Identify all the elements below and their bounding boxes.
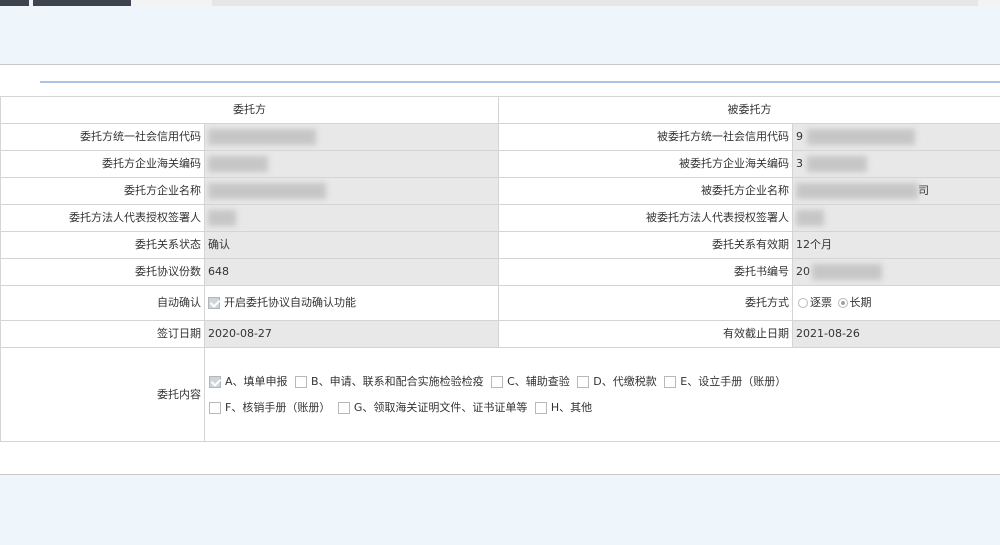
option-e-label: E、设立手册（账册） xyxy=(680,374,787,388)
delegation-form-table: 委托方 被委托方 委托方统一社会信用代码 被委托方统一社会信用代码 9 委托方企… xyxy=(0,96,1000,442)
redacted-text xyxy=(807,129,915,145)
protocol-count-label: 委托协议份数 xyxy=(0,258,205,286)
agent-name-label: 被委托方企业名称 xyxy=(498,177,793,205)
tab-1[interactable] xyxy=(0,0,29,6)
content-option-h[interactable]: H、其他 xyxy=(534,395,593,421)
auto-confirm-field: 开启委托协议自动确认功能 xyxy=(204,285,499,321)
redacted-text xyxy=(208,210,236,226)
tab-3[interactable] xyxy=(212,0,978,6)
method-option-per-ticket: 逐票 xyxy=(810,296,832,309)
option-d-checkbox[interactable] xyxy=(577,375,590,388)
top-tab-bar xyxy=(0,0,1000,6)
section-divider xyxy=(40,81,1000,83)
redacted-text xyxy=(208,129,316,145)
agent-name-field: 司 xyxy=(792,177,1000,205)
option-f-label: F、核销手册（账册） xyxy=(225,400,331,414)
client-name-label: 委托方企业名称 xyxy=(0,177,205,205)
option-a-label: A、填单申报 xyxy=(225,374,288,388)
auto-confirm-checkbox[interactable] xyxy=(208,297,220,309)
client-customs-code-label: 委托方企业海关编码 xyxy=(0,150,205,178)
agent-name-value-tail: 司 xyxy=(918,184,929,197)
agent-header: 被委托方 xyxy=(498,96,1000,124)
agent-credit-code-value: 9 xyxy=(796,130,803,143)
content-option-d[interactable]: D、代缴税款 xyxy=(577,369,657,395)
agent-rep-label: 被委托方法人代表授权签署人 xyxy=(498,204,793,232)
sign-date-label: 签订日期 xyxy=(0,320,205,348)
agent-rep-field xyxy=(792,204,1000,232)
content-option-b[interactable]: B、申请、联系和配合实施检验检疫 xyxy=(295,369,484,395)
option-c-checkbox[interactable] xyxy=(491,375,504,388)
content-label: 委托内容 xyxy=(0,347,205,442)
redacted-text xyxy=(796,210,824,226)
letter-number-field: 20 xyxy=(792,258,1000,286)
content-option-c[interactable]: C、辅助查验 xyxy=(491,369,570,395)
agent-customs-code-label: 被委托方企业海关编码 xyxy=(498,150,793,178)
agent-customs-code-value: 3 xyxy=(796,157,803,170)
option-h-checkbox[interactable] xyxy=(534,401,547,414)
redacted-text xyxy=(208,183,326,199)
agent-credit-code-label: 被委托方统一社会信用代码 xyxy=(498,123,793,151)
client-header: 委托方 xyxy=(0,96,499,124)
method-label: 委托方式 xyxy=(498,285,793,321)
redacted-text xyxy=(812,264,882,280)
option-g-label: G、领取海关证明文件、证书证单等 xyxy=(353,400,528,414)
relation-status-value: 确认 xyxy=(204,231,499,259)
option-d-label: D、代缴税款 xyxy=(593,374,657,388)
content-option-e[interactable]: E、设立手册（账册） xyxy=(664,369,786,395)
auto-confirm-label: 自动确认 xyxy=(0,285,205,321)
option-a-checkbox[interactable] xyxy=(209,375,221,388)
letter-number-label: 委托书编号 xyxy=(498,258,793,286)
option-f-checkbox[interactable] xyxy=(209,401,221,414)
protocol-count-value: 648 xyxy=(204,258,499,286)
relation-status-label: 委托关系状态 xyxy=(0,231,205,259)
client-rep-label: 委托方法人代表授权签署人 xyxy=(0,204,205,232)
content-option-a[interactable]: A、填单申报 xyxy=(209,369,288,395)
client-credit-code-field xyxy=(204,123,499,151)
relation-validity-value: 12个月 xyxy=(792,231,1000,259)
client-credit-code-label: 委托方统一社会信用代码 xyxy=(0,123,205,151)
method-field: 逐票 长期 xyxy=(792,285,1000,321)
content-options-line-1: A、填单申报 B、申请、联系和配合实施检验检疫 C、辅助查验 D、代缴税款 E、… xyxy=(209,369,997,395)
option-e-checkbox[interactable] xyxy=(664,375,677,388)
method-option-long-term: 长期 xyxy=(849,296,872,309)
expiry-date-value: 2021-08-26 xyxy=(792,320,1000,348)
redacted-text xyxy=(208,156,268,172)
letter-number-value: 20 xyxy=(796,265,810,278)
option-h-label: H、其他 xyxy=(550,400,593,414)
content-options-line-2: F、核销手册（账册） G、领取海关证明文件、证书证单等 H、其他 xyxy=(209,395,997,421)
content-option-g[interactable]: G、领取海关证明文件、证书证单等 xyxy=(337,395,528,421)
sign-date-value: 2020-08-27 xyxy=(204,320,499,348)
option-b-checkbox[interactable] xyxy=(295,375,308,388)
relation-validity-label: 委托关系有效期 xyxy=(498,231,793,259)
client-rep-field xyxy=(204,204,499,232)
redacted-text xyxy=(796,183,918,199)
content-options: A、填单申报 B、申请、联系和配合实施检验检疫 C、辅助查验 D、代缴税款 E、… xyxy=(204,347,1000,442)
content-option-f[interactable]: F、核销手册（账册） xyxy=(209,395,330,421)
auto-confirm-text: 开启委托协议自动确认功能 xyxy=(224,296,356,309)
agent-credit-code-field: 9 xyxy=(792,123,1000,151)
client-name-field xyxy=(204,177,499,205)
tab-2[interactable] xyxy=(33,0,131,6)
expiry-date-label: 有效截止日期 xyxy=(498,320,793,348)
option-c-label: C、辅助查验 xyxy=(507,374,570,388)
client-customs-code-field xyxy=(204,150,499,178)
method-radio-per-ticket[interactable] xyxy=(798,298,808,308)
option-b-label: B、申请、联系和配合实施检验检疫 xyxy=(311,374,484,388)
agent-customs-code-field: 3 xyxy=(792,150,1000,178)
redacted-text xyxy=(807,156,867,172)
option-g-checkbox[interactable] xyxy=(337,401,350,414)
method-radio-long-term[interactable] xyxy=(837,298,848,308)
